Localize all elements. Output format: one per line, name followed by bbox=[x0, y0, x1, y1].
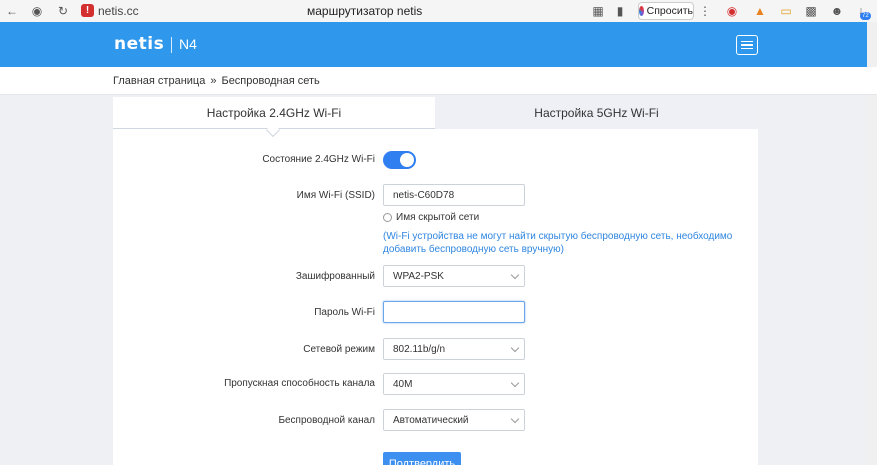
hidden-network-option[interactable]: Имя скрытой сети bbox=[383, 212, 479, 223]
shield-icon[interactable]: ◉ bbox=[29, 3, 45, 19]
confirm-button[interactable]: Подтвердить bbox=[383, 452, 461, 465]
menu-line bbox=[741, 40, 753, 43]
ssid-label: Имя Wi-Fi (SSID) bbox=[296, 190, 375, 201]
translate-icon[interactable]: ▦ bbox=[590, 3, 606, 19]
bandwidth-value: 40M bbox=[393, 378, 413, 390]
chevron-down-icon bbox=[510, 343, 520, 353]
toggle-knob bbox=[400, 153, 414, 167]
model-name: N4 bbox=[179, 36, 197, 52]
channel-value: Автоматический bbox=[393, 414, 469, 426]
network-mode-select[interactable]: 802.11b/g/n bbox=[383, 338, 525, 360]
extensions-icon[interactable]: ▩ bbox=[803, 3, 819, 19]
wifi-settings-panel: Настройка 2.4GHz Wi-Fi Настройка 5GHz Wi… bbox=[113, 97, 758, 465]
app-header: netis N4 bbox=[0, 22, 877, 67]
browser-toolbar: ← ◉ ↻ ! netis.cc маршрутизатор netis ▦ ▮… bbox=[0, 0, 877, 22]
chevron-down-icon bbox=[510, 270, 520, 280]
encryption-value: WPA2-PSK bbox=[393, 270, 444, 282]
breadcrumb-current: Беспроводная сеть bbox=[221, 75, 320, 87]
ask-button-label: Спросить bbox=[646, 5, 693, 17]
hidden-network-radio[interactable] bbox=[383, 213, 392, 222]
bandwidth-label: Пропускная способность канала bbox=[224, 378, 375, 389]
battery-icon[interactable]: ▭ bbox=[778, 3, 794, 19]
tab-5ghz[interactable]: Настройка 5GHz Wi-Fi bbox=[435, 97, 758, 129]
password-input[interactable] bbox=[383, 301, 525, 323]
hidden-network-label: Имя скрытой сети bbox=[396, 212, 480, 223]
security-warning-icon[interactable]: ! bbox=[81, 4, 94, 17]
breadcrumb: Главная страница » Беспроводная сеть bbox=[113, 75, 320, 87]
menu-line bbox=[741, 44, 753, 46]
channel-select[interactable]: Автоматический bbox=[383, 409, 525, 431]
wifi-state-toggle[interactable] bbox=[383, 151, 416, 169]
browser-page-title: маршрутизатор netis bbox=[307, 4, 423, 18]
menu-button[interactable] bbox=[736, 35, 758, 55]
logo-divider bbox=[171, 37, 172, 53]
menu-line bbox=[741, 47, 753, 50]
channel-label: Беспроводной канал bbox=[278, 415, 375, 426]
network-mode-label: Сетевой режим bbox=[303, 344, 375, 355]
encryption-select[interactable]: WPA2-PSK bbox=[383, 265, 525, 287]
netis-logo: netis bbox=[114, 34, 165, 54]
wifi-state-label: Состояние 2.4GHz Wi-Fi bbox=[262, 154, 375, 165]
breadcrumb-bar: Главная страница » Беспроводная сеть bbox=[0, 67, 877, 95]
chevron-down-icon bbox=[510, 378, 520, 388]
download-count-badge: 72 bbox=[860, 12, 871, 20]
bookmark-icon[interactable]: ▮ bbox=[612, 3, 628, 19]
more-icon[interactable]: ⋮ bbox=[697, 3, 713, 19]
bandwidth-select[interactable]: 40M bbox=[383, 373, 525, 395]
record-icon[interactable]: ◉ bbox=[724, 3, 740, 19]
password-label: Пароль Wi-Fi bbox=[314, 307, 375, 318]
ssid-input[interactable]: netis-C60D78 bbox=[383, 184, 525, 206]
assistant-icon bbox=[639, 6, 644, 16]
chevron-down-icon bbox=[510, 414, 520, 424]
breadcrumb-separator: » bbox=[210, 75, 217, 87]
back-icon[interactable]: ← bbox=[4, 3, 20, 19]
hidden-network-hint: (Wi-Fi устройства не могут найти скрытую… bbox=[383, 231, 733, 255]
ask-button[interactable]: Спросить bbox=[638, 2, 694, 20]
encryption-label: Зашифрованный bbox=[295, 271, 375, 282]
reload-icon[interactable]: ↻ bbox=[55, 3, 71, 19]
network-mode-value: 802.11b/g/n bbox=[393, 343, 446, 355]
address-bar[interactable]: netis.cc bbox=[98, 4, 139, 18]
fox-extension-icon[interactable]: ▲ bbox=[752, 3, 768, 19]
breadcrumb-home[interactable]: Главная страница bbox=[113, 75, 205, 87]
downloads-icon[interactable]: ↓ 72 bbox=[853, 3, 871, 20]
profile-icon[interactable]: ☻ bbox=[829, 3, 845, 19]
